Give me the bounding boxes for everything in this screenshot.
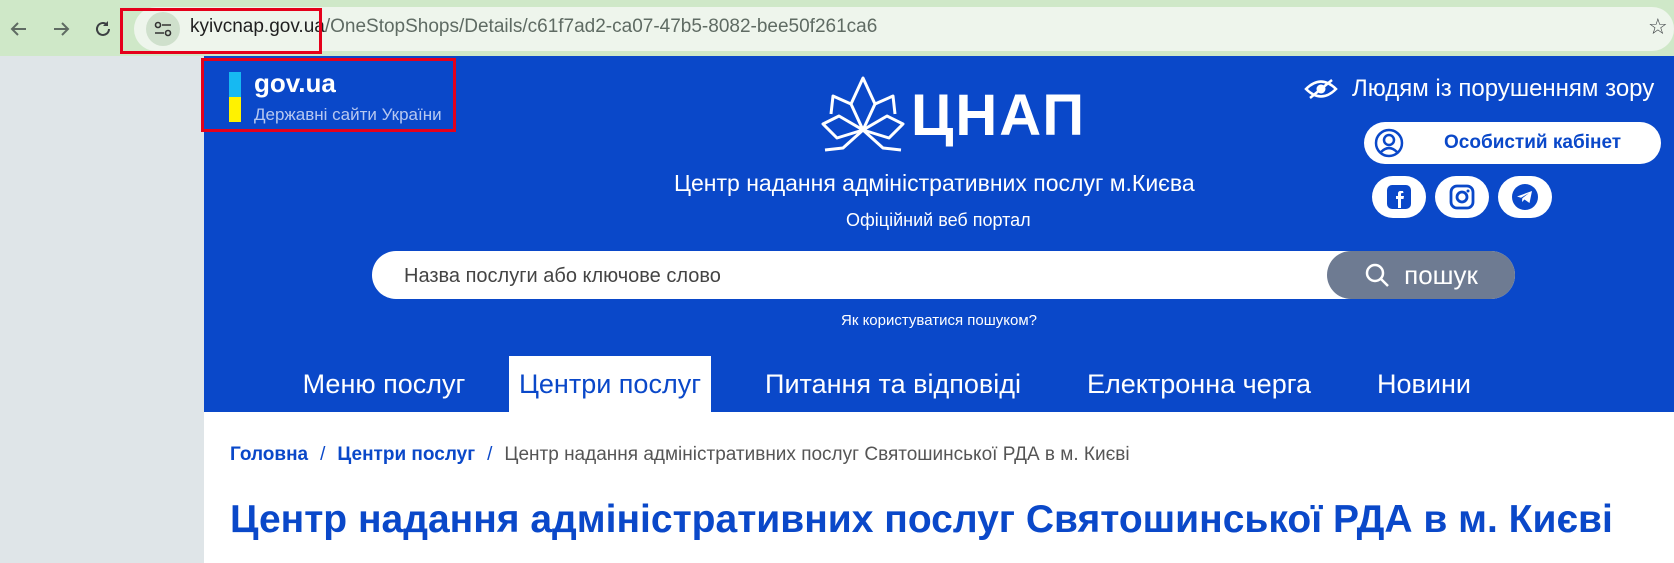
search-help-link[interactable]: Як користуватися пошуком? [841, 312, 1037, 329]
menu-item-faq[interactable]: Питання та відповіді [759, 356, 1027, 412]
browser-margin [0, 56, 204, 563]
search-button[interactable]: пошук [1327, 251, 1515, 299]
instagram-icon [1449, 184, 1475, 210]
highlight-box-url [120, 8, 322, 54]
menu-item-services[interactable]: Меню послуг [274, 356, 494, 412]
vision-link-label: Людям із порушенням зору [1352, 75, 1655, 102]
search-bar: пошук [372, 251, 1515, 301]
breadcrumb-separator: / [320, 444, 326, 465]
breadcrumb: Головна / Центри послуг / Центр надання адмі… [230, 444, 1130, 466]
cnap-logo-icon [821, 76, 905, 152]
breadcrumb-separator: / [487, 444, 493, 465]
logo-text: ЦНАП [911, 83, 1087, 148]
eye-icon [1304, 79, 1338, 99]
personal-cabinet-button[interactable]: Особистий кабінет [1364, 122, 1661, 164]
breadcrumb-section[interactable]: Центри послуг [337, 444, 475, 465]
forward-icon[interactable] [46, 14, 76, 44]
search-button-label: пошук [1404, 259, 1478, 290]
url-path: /OneStopShops/Details/c61f7ad2-ca07-47b5… [324, 16, 878, 37]
star-icon[interactable]: ☆ [1648, 14, 1674, 40]
menu-item-service-centers[interactable]: Центри послуг [509, 356, 711, 412]
menu-item-e-queue[interactable]: Електронна черга [1084, 356, 1314, 412]
breadcrumb-home[interactable]: Головна [230, 444, 308, 465]
cnap-logo[interactable]: ЦНАП [819, 74, 1084, 159]
vision-impaired-link[interactable]: Людям із порушенням зору [1304, 75, 1654, 103]
highlight-box-govua [201, 58, 456, 132]
page-title: Центр надання адміністративних послуг Св… [230, 498, 1613, 541]
telegram-button[interactable] [1498, 176, 1552, 218]
telegram-icon [1512, 184, 1538, 210]
back-icon[interactable] [4, 14, 34, 44]
cabinet-label: Особистий кабінет [1444, 132, 1622, 153]
breadcrumb-current: Центр надання адміністративних послуг Св… [504, 444, 1130, 465]
reload-icon[interactable] [88, 14, 118, 44]
main-menu: Меню послуг Центри послуг Питання та від… [204, 356, 1674, 412]
page: gov.ua Державні сайти України ЦНАП Центр… [204, 56, 1674, 563]
facebook-button[interactable] [1372, 176, 1426, 218]
menu-item-news[interactable]: Новини [1364, 356, 1484, 412]
search-icon [1365, 263, 1389, 287]
header-subtitle: Офіційний веб портал [846, 210, 1031, 230]
instagram-button[interactable] [1435, 176, 1489, 218]
facebook-icon [1387, 185, 1411, 209]
user-icon [1374, 128, 1404, 158]
search-input[interactable] [402, 251, 1246, 301]
